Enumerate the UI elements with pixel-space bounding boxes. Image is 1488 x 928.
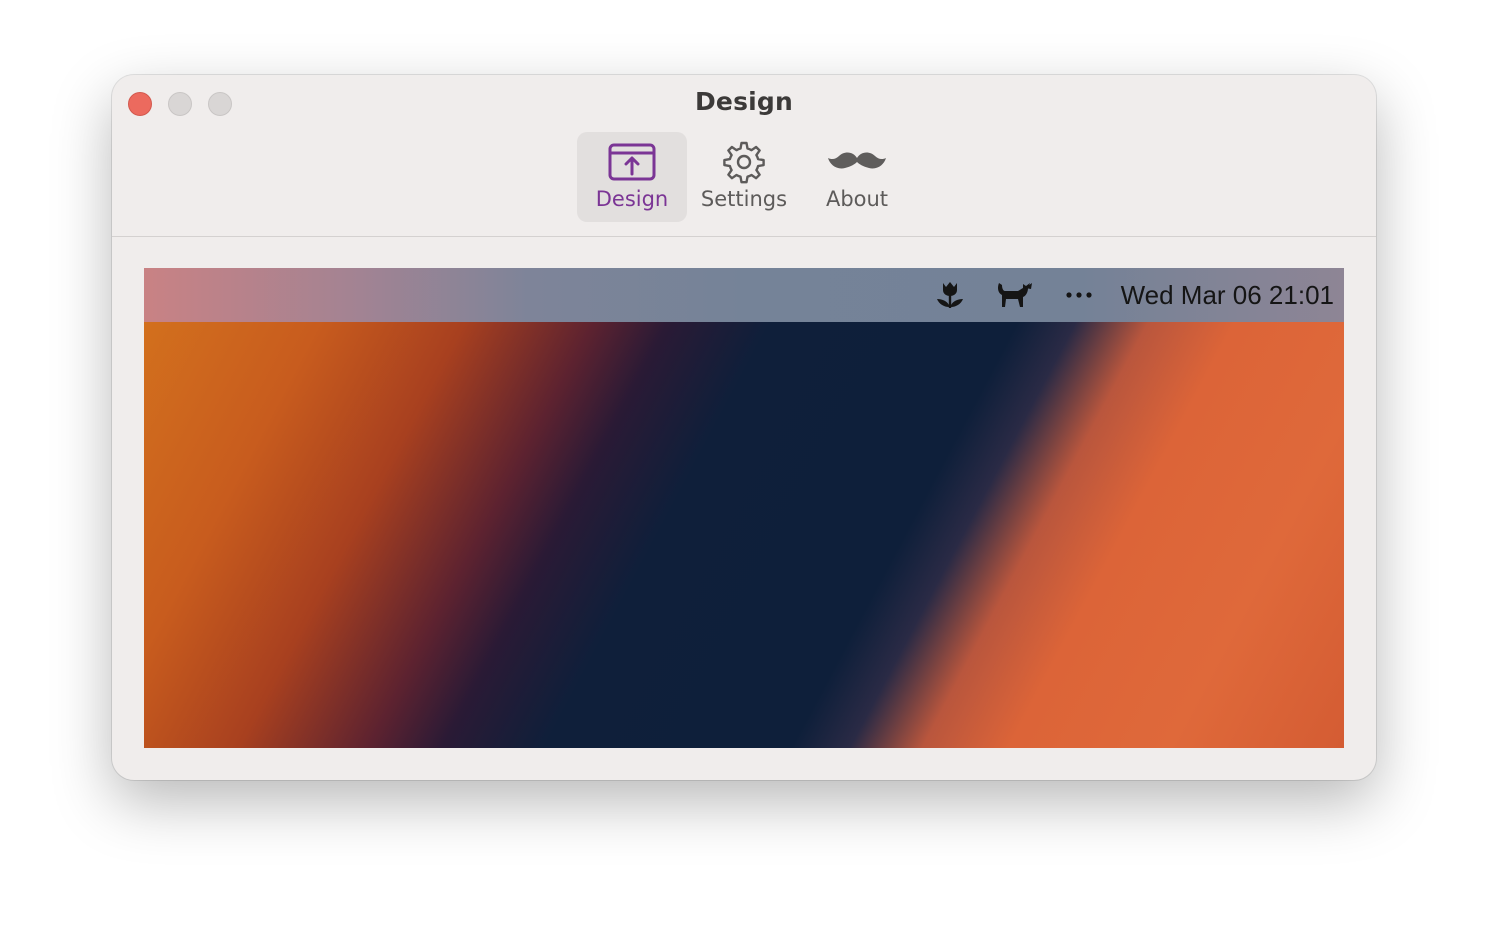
tab-about-label: About (825, 187, 889, 211)
preview-menubar: Wed Mar 06 21:01 (144, 268, 1344, 322)
tab-design[interactable]: Design (577, 132, 687, 222)
menubar-design-icon (577, 140, 687, 184)
cat-icon (996, 279, 1034, 311)
tab-settings-label: Settings (700, 187, 788, 211)
desktop-preview: Wed Mar 06 21:01 (144, 268, 1344, 748)
ellipsis-icon (1062, 279, 1096, 311)
toolbar: Design Settings About (112, 132, 1376, 222)
menubar-clock: Wed Mar 06 21:01 (1120, 280, 1334, 310)
preferences-window: Design Design Settings About Wed Mar 06 … (112, 75, 1376, 780)
tab-about[interactable]: About (802, 132, 912, 222)
gear-icon (689, 140, 799, 184)
tab-design-label: Design (595, 187, 669, 211)
mustache-icon (802, 140, 912, 184)
tab-settings[interactable]: Settings (689, 132, 799, 222)
toolbar-divider (112, 236, 1376, 237)
tulip-icon (932, 279, 968, 311)
window-title: Design (694, 87, 794, 116)
